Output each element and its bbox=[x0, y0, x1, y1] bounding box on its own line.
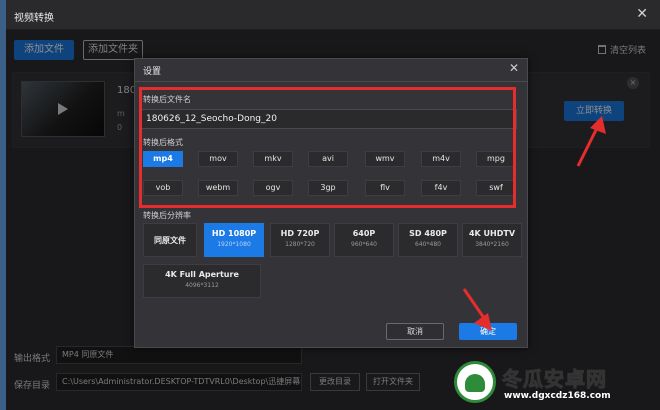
resolution-option-sd-480p[interactable]: SD 480P 640*480 bbox=[398, 223, 458, 257]
window-close-icon[interactable]: ✕ bbox=[636, 6, 648, 22]
resolution-option-hd-1080p[interactable]: HD 1080P 1920*1080 bbox=[204, 223, 264, 257]
resolution-dimensions: 960*640 bbox=[351, 241, 377, 248]
resolution-dimensions: 1280*720 bbox=[285, 241, 315, 248]
resolution-dimensions: 3840*2160 bbox=[475, 241, 509, 248]
title-bar: 视频转换 ✕ bbox=[6, 0, 660, 30]
android-logo-icon bbox=[454, 361, 496, 403]
dialog-divider bbox=[135, 81, 527, 82]
cancel-button[interactable]: 取消 bbox=[386, 323, 444, 340]
watermark-url: www.dgxcdz168.com bbox=[504, 391, 611, 401]
watermark-brand: 冬瓜安卓网 bbox=[502, 367, 607, 392]
resolution-name: HD 720P bbox=[280, 229, 320, 238]
dialog-title: 设置 bbox=[143, 67, 162, 77]
resolution-option-hd-720p[interactable]: HD 720P 1280*720 bbox=[270, 223, 330, 257]
resolution-name: 同原文件 bbox=[154, 236, 186, 245]
resolution-name: 640P bbox=[352, 229, 376, 238]
resolution-option-4k-uhdtv[interactable]: 4K UHDTV 3840*2160 bbox=[462, 223, 522, 257]
annotation-arrow-ok bbox=[462, 288, 492, 331]
dialog-close-icon[interactable]: ✕ bbox=[509, 61, 519, 75]
resolution-option-同原文件[interactable]: 同原文件 bbox=[143, 223, 197, 257]
annotation-arrow-convert bbox=[576, 116, 606, 167]
resolution-name: 4K Full Aperture bbox=[165, 270, 239, 279]
resolution-option-640p[interactable]: 640P 960*640 bbox=[334, 223, 394, 257]
resolution-dimensions: 1920*1080 bbox=[217, 241, 251, 248]
resolution-name: 4K UHDTV bbox=[468, 229, 516, 238]
annotation-highlight-box bbox=[139, 87, 516, 208]
watermark: 冬瓜安卓网 www.dgxcdz168.com bbox=[454, 361, 654, 407]
resolution-option-4k-full-aperture[interactable]: 4K Full Aperture 4096*3112 bbox=[143, 264, 261, 298]
resolution-dimensions: 4096*3112 bbox=[185, 282, 219, 289]
resolution-name: SD 480P bbox=[409, 229, 447, 238]
window-title: 视频转换 bbox=[14, 13, 54, 24]
resolution-dimensions: 640*480 bbox=[415, 241, 441, 248]
resolution-label: 转换后分辨率 bbox=[143, 211, 191, 220]
resolution-name: HD 1080P bbox=[211, 229, 257, 238]
